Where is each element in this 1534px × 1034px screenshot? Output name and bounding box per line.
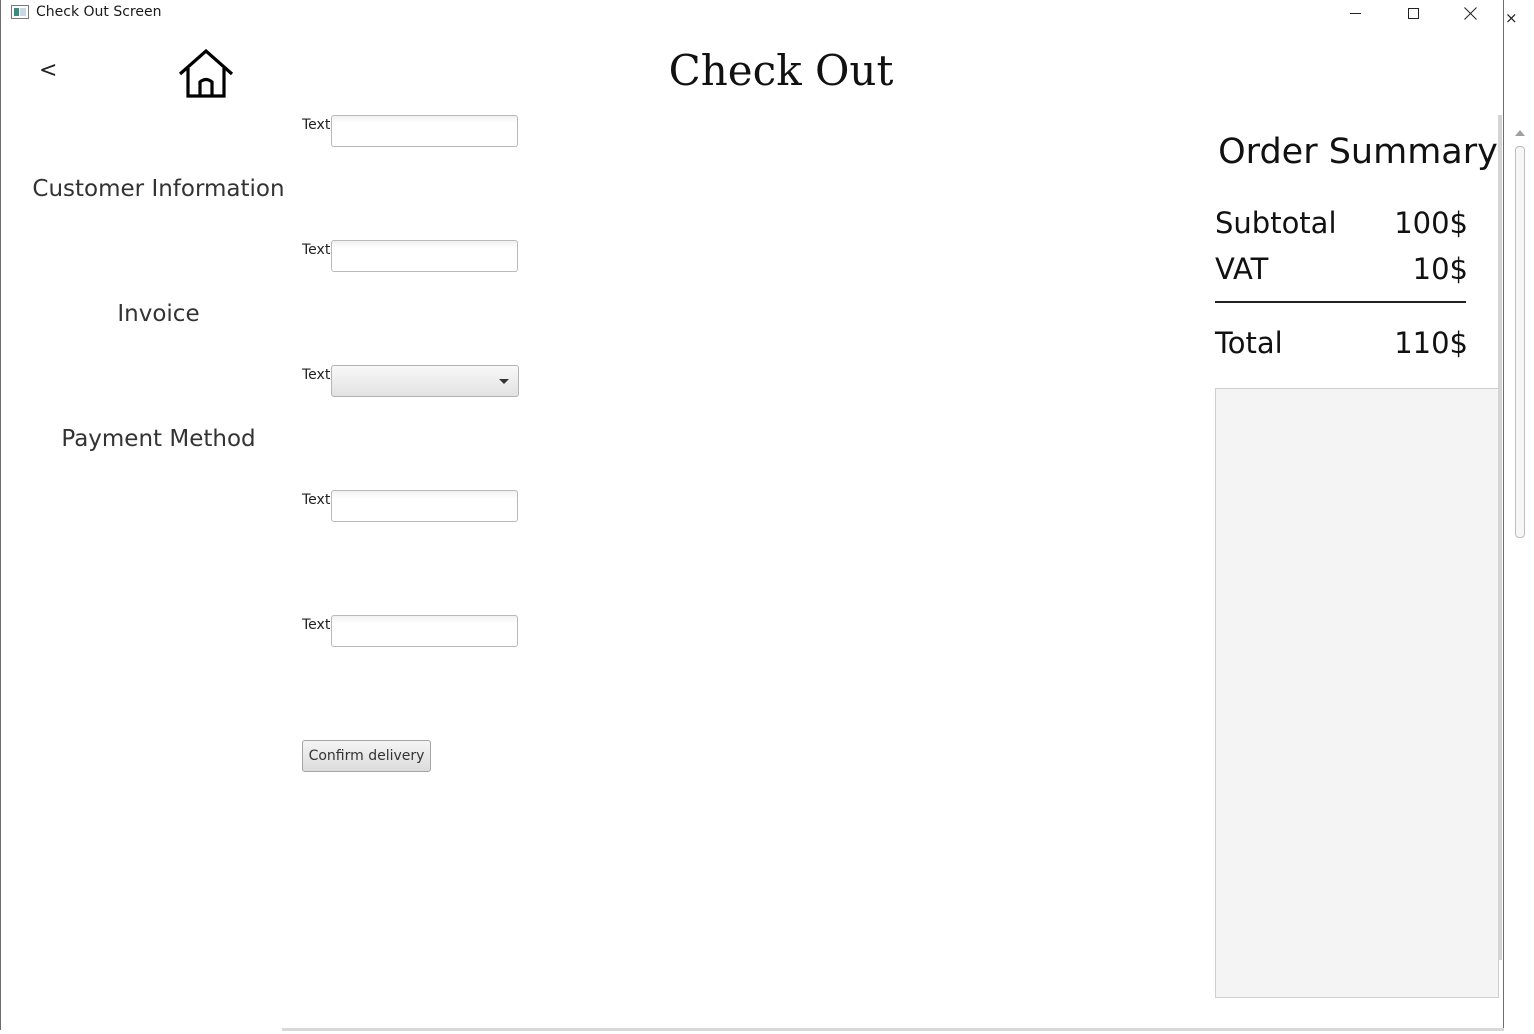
minimize-icon (1349, 12, 1361, 14)
field-label: Text (302, 367, 331, 383)
field-label: Text (302, 117, 331, 133)
page-title: Check Out (668, 46, 894, 95)
total-label: Total (1215, 326, 1283, 360)
back-button[interactable]: < (39, 58, 63, 88)
inner-scrollbar[interactable] (1498, 115, 1502, 960)
order-items-list[interactable] (1215, 388, 1499, 998)
outer-scrollbar[interactable] (1511, 128, 1528, 1008)
invoice-heading: Invoice (117, 301, 200, 327)
total-value: 110$ (1394, 326, 1468, 360)
scroll-thumb[interactable] (1515, 146, 1525, 538)
text-field-4[interactable] (331, 490, 518, 522)
subtotal-value: 100$ (1394, 206, 1468, 240)
subtotal-label: Subtotal (1215, 206, 1337, 240)
maximize-button[interactable] (1384, 0, 1442, 26)
window-title: Check Out Screen (36, 4, 162, 20)
text-field-2[interactable] (331, 240, 518, 272)
vat-label: VAT (1215, 252, 1269, 286)
home-icon (178, 48, 234, 98)
minimize-button[interactable] (1326, 0, 1384, 26)
customer-information-heading: Customer Information (32, 176, 285, 202)
app-icon (11, 5, 29, 19)
chevron-down-icon (499, 379, 509, 384)
payment-method-heading: Payment Method (61, 426, 256, 452)
bottom-edge (282, 1028, 1504, 1031)
close-icon (1464, 6, 1478, 20)
outer-close-icon[interactable]: × (1505, 10, 1519, 26)
field-label: Text (302, 242, 331, 258)
text-field-1[interactable] (331, 115, 518, 147)
close-button[interactable] (1442, 0, 1500, 26)
field-label: Text (302, 492, 331, 508)
order-summary-title: Order Summary (1218, 132, 1498, 172)
checkout-window: Check Out Screen < Check Out Customer In… (0, 0, 1504, 1030)
text-field-5[interactable] (331, 615, 518, 647)
maximize-icon (1407, 7, 1419, 19)
home-button[interactable] (177, 48, 235, 100)
summary-divider (1215, 301, 1466, 303)
confirm-delivery-button[interactable]: Confirm delivery (302, 740, 431, 772)
scroll-up-icon[interactable] (1515, 130, 1525, 136)
vat-value: 10$ (1412, 252, 1468, 286)
field-label: Text (302, 617, 331, 633)
title-bar: Check Out Screen (1, 0, 1503, 26)
payment-method-dropdown[interactable] (331, 365, 519, 397)
